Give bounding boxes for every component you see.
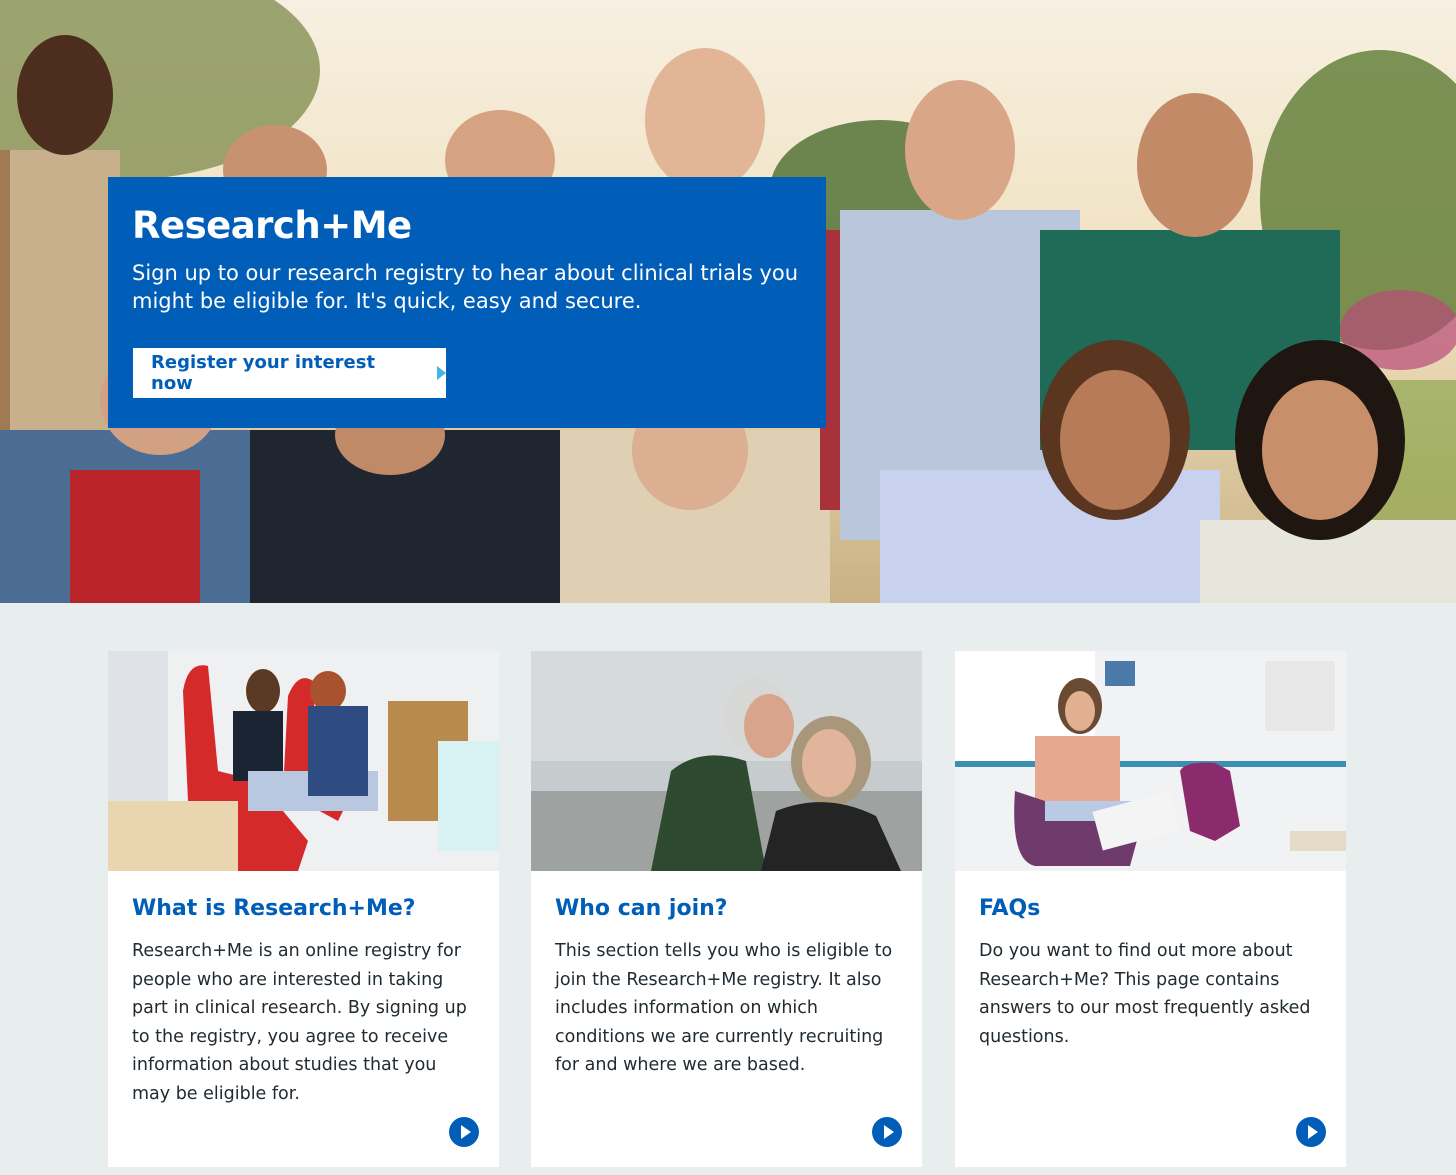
hero-panel: Research+Me Sign up to our research regi… (108, 177, 826, 428)
register-interest-button[interactable]: Register your interest now (133, 348, 446, 398)
arrow-right-circle-icon[interactable] (1296, 1117, 1326, 1147)
arrow-right-circle-icon[interactable] (872, 1117, 902, 1147)
arrow-right-circle-icon[interactable] (449, 1117, 479, 1147)
hero-banner: Research+Me Sign up to our research regi… (0, 0, 1456, 603)
card-description: Do you want to find out more about Resea… (979, 941, 1311, 1047)
card-description: Research+Me is an online registry for pe… (132, 941, 467, 1104)
card-title[interactable]: Who can join? (555, 895, 898, 923)
woman-reading-in-waiting-room-photo (955, 651, 1346, 871)
card-what-is-research-me[interactable]: What is Research+Me? Research+Me is an o… (108, 651, 499, 1167)
promo-cards: What is Research+Me? Research+Me is an o… (108, 651, 1348, 1167)
older-couple-on-beach-photo (531, 651, 922, 871)
card-faqs[interactable]: FAQs Do you want to find out more about … (955, 651, 1346, 1167)
chevron-right-icon (437, 366, 446, 380)
card-who-can-join[interactable]: Who can join? This section tells you who… (531, 651, 922, 1167)
register-interest-label: Register your interest now (151, 352, 376, 394)
page-title: Research+Me (132, 204, 412, 247)
hero-subtitle: Sign up to our research registry to hear… (132, 261, 799, 313)
patient-in-clinic-chair-photo (108, 651, 499, 871)
card-description: This section tells you who is eligible t… (555, 941, 893, 1075)
card-title[interactable]: FAQs (979, 895, 1322, 923)
card-title[interactable]: What is Research+Me? (132, 895, 475, 923)
